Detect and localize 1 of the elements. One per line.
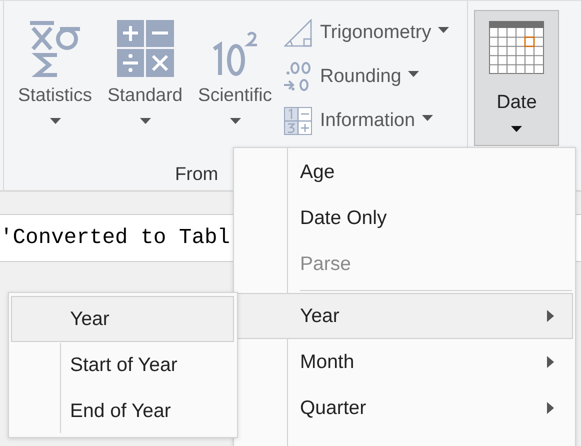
group-label: From: [175, 163, 218, 185]
